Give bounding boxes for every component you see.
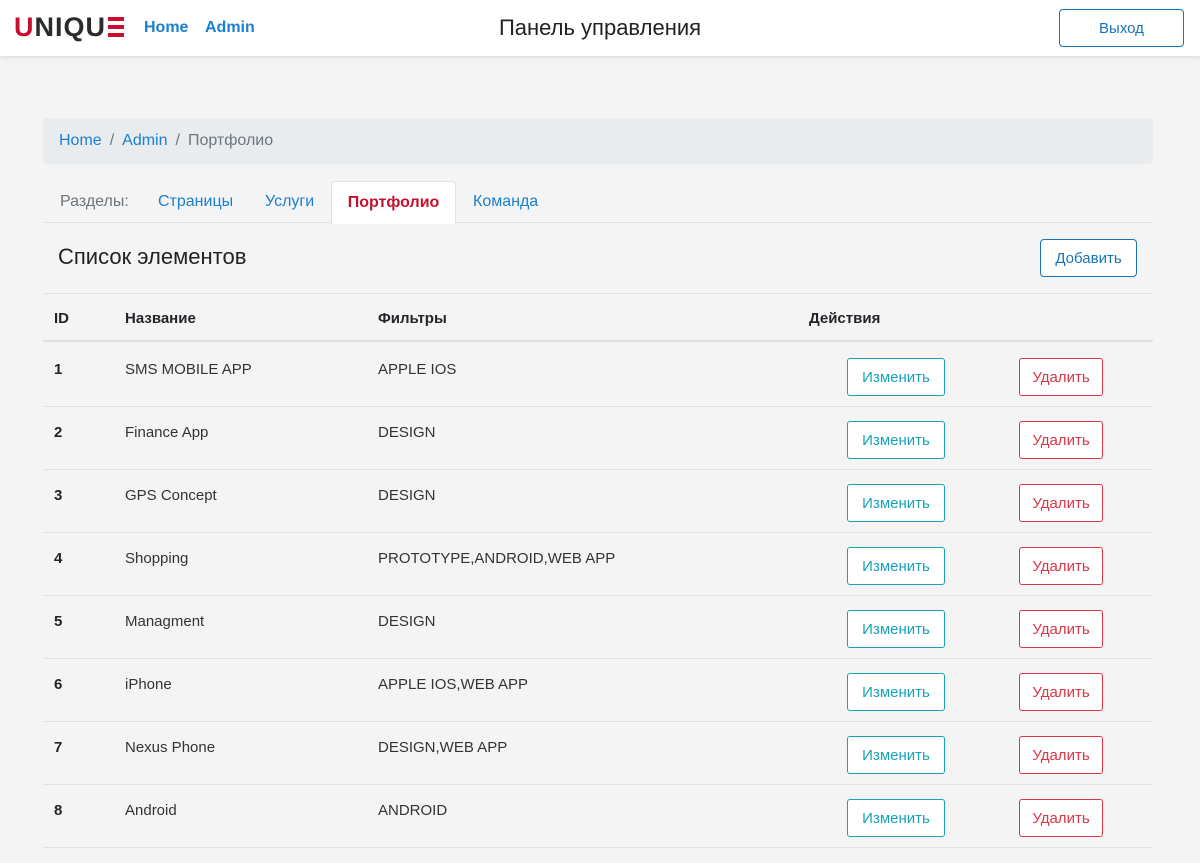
- edit-button[interactable]: Изменить: [847, 799, 945, 837]
- edit-button[interactable]: Изменить: [847, 547, 945, 585]
- table-row: 6 iPhone APPLE IOS,WEB APP Изменить Удал…: [43, 659, 1153, 722]
- tab-services[interactable]: Услуги: [265, 181, 314, 223]
- column-header-actions: Действия: [809, 310, 881, 327]
- edit-button[interactable]: Изменить: [847, 736, 945, 774]
- nav-link-admin[interactable]: Admin: [205, 18, 255, 38]
- table-row: 2 Finance App DESIGN Изменить Удалить: [43, 407, 1153, 470]
- table-row: 5 Managment DESIGN Изменить Удалить: [43, 596, 1153, 659]
- row-id: 1: [54, 361, 63, 378]
- edit-button[interactable]: Изменить: [847, 421, 945, 459]
- delete-button[interactable]: Удалить: [1019, 610, 1103, 648]
- row-name: SMS MOBILE APP: [125, 361, 252, 378]
- breadcrumb: Home / Admin / Портфолио: [43, 118, 1153, 164]
- row-id: 5: [54, 613, 63, 630]
- logo[interactable]: U NIQU: [14, 12, 124, 42]
- section-tabs: Разделы: Страницы Услуги Портфолио Коман…: [43, 181, 1153, 224]
- breadcrumb-separator: /: [175, 132, 180, 149]
- row-id: 2: [54, 424, 63, 441]
- nav-link-home[interactable]: Home: [144, 18, 188, 38]
- row-filters: DESIGN: [378, 487, 436, 504]
- row-name: Nexus Phone: [125, 739, 216, 756]
- row-id: 6: [54, 676, 63, 693]
- breadcrumb-current: Портфолио: [187, 132, 274, 149]
- column-header-filters: Фильтры: [378, 310, 447, 327]
- row-id: 3: [54, 487, 63, 504]
- row-filters: ANDROID: [378, 802, 448, 819]
- edit-button[interactable]: Изменить: [847, 673, 945, 711]
- delete-button[interactable]: Удалить: [1019, 358, 1103, 396]
- table-row: 4 Shopping PROTOTYPE,ANDROID,WEB APP Изм…: [43, 533, 1153, 596]
- delete-button[interactable]: Удалить: [1019, 547, 1103, 585]
- logout-button[interactable]: Выход: [1059, 9, 1184, 47]
- add-button[interactable]: Добавить: [1040, 239, 1137, 277]
- table-header: ID Название Фильтры Действия: [43, 294, 1153, 342]
- tab-team[interactable]: Команда: [473, 181, 538, 223]
- row-id: 7: [54, 739, 63, 756]
- row-name: Finance App: [125, 424, 209, 441]
- tabs-label: Разделы:: [60, 193, 129, 210]
- column-header-id: ID: [54, 310, 69, 327]
- row-id: 4: [54, 550, 63, 567]
- row-filters: APPLE IOS: [378, 361, 457, 378]
- row-name: iPhone: [125, 676, 172, 693]
- edit-button[interactable]: Изменить: [847, 610, 945, 648]
- delete-button[interactable]: Удалить: [1019, 736, 1103, 774]
- column-header-name: Название: [125, 310, 196, 327]
- breadcrumb-admin[interactable]: Admin: [122, 132, 167, 150]
- delete-button[interactable]: Удалить: [1019, 484, 1103, 522]
- delete-button[interactable]: Удалить: [1019, 799, 1103, 837]
- row-name: Android: [125, 802, 177, 819]
- breadcrumb-home[interactable]: Home: [59, 132, 102, 150]
- tab-pages[interactable]: Страницы: [158, 181, 233, 223]
- top-navbar: U NIQU Home Admin Панель управления Выход: [0, 0, 1200, 56]
- row-filters: DESIGN: [378, 613, 436, 630]
- row-filters: PROTOTYPE,ANDROID,WEB APP: [378, 550, 616, 567]
- row-filters: DESIGN: [378, 424, 436, 441]
- edit-button[interactable]: Изменить: [847, 484, 945, 522]
- row-filters: DESIGN,WEB APP: [378, 739, 508, 756]
- row-name: GPS Concept: [125, 487, 217, 504]
- table-row: 1 SMS MOBILE APP APPLE IOS Изменить Удал…: [43, 344, 1153, 407]
- tab-portfolio[interactable]: Портфолио: [331, 181, 456, 224]
- delete-button[interactable]: Удалить: [1019, 673, 1103, 711]
- edit-button[interactable]: Изменить: [847, 358, 945, 396]
- row-name: Shopping: [125, 550, 189, 567]
- table-row: 8 Android ANDROID Изменить Удалить: [43, 785, 1153, 848]
- list-title: Список элементов: [58, 244, 247, 269]
- row-name: Managment: [125, 613, 205, 630]
- breadcrumb-separator: /: [109, 132, 115, 149]
- row-filters: APPLE IOS,WEB APP: [378, 676, 529, 693]
- delete-button[interactable]: Удалить: [1019, 421, 1103, 459]
- table-row: 7 Nexus Phone DESIGN,WEB APP Изменить Уд…: [43, 722, 1153, 785]
- table-row: 3 GPS Concept DESIGN Изменить Удалить: [43, 470, 1153, 533]
- row-id: 8: [54, 802, 63, 819]
